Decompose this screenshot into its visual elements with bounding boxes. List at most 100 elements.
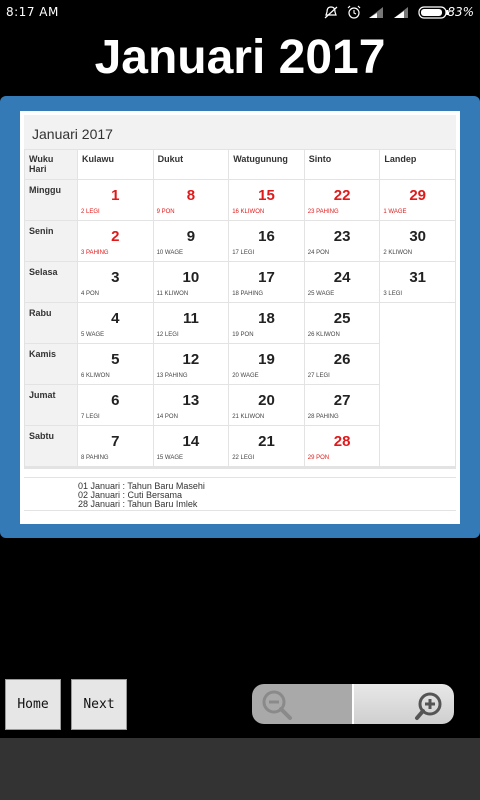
date-number: 13 xyxy=(182,392,200,409)
date-cell: 20 21 KLIWON xyxy=(228,384,305,426)
date-number: 23 xyxy=(333,228,351,245)
home-button[interactable]: Home xyxy=(5,679,61,730)
pasaran-label: 11 KLIWON xyxy=(156,291,189,297)
zoom-out-button[interactable] xyxy=(252,684,352,724)
pasaran-label: 9 PON xyxy=(156,209,175,215)
date-number: 14 xyxy=(182,433,200,450)
divider xyxy=(24,466,456,469)
pasaran-label: 17 LEGI xyxy=(232,250,255,256)
alarm-icon xyxy=(346,5,362,19)
date-number: 18 xyxy=(258,310,275,327)
calendar-row: Senin 2 3 PAHING 9 10 WAGE 16 17 LEGI 23 24 PON 3… xyxy=(24,220,456,262)
column-header: Dukut xyxy=(152,149,230,180)
pasaran-label: 8 PAHING xyxy=(81,455,109,461)
zoom-in-button[interactable] xyxy=(354,684,454,724)
date-cell: 23 PAHING xyxy=(77,220,154,262)
date-cell: 26 27 LEGI xyxy=(303,343,381,385)
date-number: 28 xyxy=(333,433,351,450)
date-cell: 29 1 WAGE xyxy=(379,179,456,221)
page-title: Januari 2017 xyxy=(94,31,386,84)
calendar-row: Sabtu 7 8 PAHING 14 15 WAGE 21 22 LEGI 28 29 PON xyxy=(24,425,456,467)
pasaran-label: 16 KLIWON xyxy=(232,209,265,215)
calendar-card: Januari 2017 Wuku Hari Kulawu Dukut Watu… xyxy=(20,111,460,524)
header-row: Wuku Hari Kulawu Dukut Watugunung Sinto … xyxy=(24,149,456,180)
pasaran-label: 20 WAGE xyxy=(232,373,259,379)
day-label: Minggu xyxy=(24,179,78,221)
date-number: 29 xyxy=(409,187,427,204)
date-cell: 13 14 PON xyxy=(152,384,230,426)
date-cell: 12 13 PAHING xyxy=(152,343,230,385)
pasaran-label: 22 LEGI xyxy=(232,455,255,461)
date-number: 17 xyxy=(258,269,275,286)
date-number: 9 xyxy=(186,228,196,245)
hari-label: Hari xyxy=(29,164,47,174)
date-number: 15 xyxy=(258,187,275,204)
column-header: Kulawu xyxy=(77,149,154,180)
date-cell: 11 12 LEGI xyxy=(152,302,230,344)
empty-cell xyxy=(379,302,456,344)
date-cell: 8 9 PON xyxy=(152,179,230,221)
calendar-title: Januari 2017 xyxy=(32,126,113,142)
pasaran-label: 14 PON xyxy=(156,414,178,420)
empty-cell xyxy=(379,343,456,385)
pasaran-label: 19 PON xyxy=(232,332,254,338)
pasaran-label: 2 LEGI xyxy=(81,209,100,215)
wuku-label: Wuku xyxy=(29,154,54,164)
date-cell: 78 PAHING xyxy=(77,425,154,467)
calendar-row: Selasa 3 4 PON 10 11 KLIWON 17 18 PAHING 24 25 W… xyxy=(24,261,456,303)
date-cell: 18 19 PON xyxy=(228,302,305,344)
signal-icon xyxy=(368,5,384,19)
status-bar: 8:17 AM 83% xyxy=(0,0,480,26)
date-cell: 24 25 WAGE xyxy=(303,261,381,303)
day-label: Senin xyxy=(24,220,78,262)
empty-cell xyxy=(379,384,456,426)
pasaran-label: 24 PON xyxy=(307,250,330,256)
pasaran-label: 1 WAGE xyxy=(383,209,407,215)
pasaran-label: 25 WAGE xyxy=(307,291,335,297)
date-cell: 4 5 WAGE xyxy=(77,302,154,344)
navigation-bar xyxy=(0,738,480,800)
holiday-list: 01 Januari : Tahun Baru Masehi 02 Januar… xyxy=(24,477,456,511)
pasaran-label: 21 KLIWON xyxy=(232,414,265,420)
date-cell: 17 18 PAHING xyxy=(228,261,305,303)
date-cell: 23 24 PON xyxy=(303,220,381,262)
pasaran-label: 18 PAHING xyxy=(232,291,264,297)
calendar-row: Kamis 5 6 KLIWON 12 13 PAHING 19 20 WAGE 26 27 L… xyxy=(24,343,456,385)
calendar-row: Rabu 4 5 WAGE 11 12 LEGI 18 19 PON 25 26 KLIWON xyxy=(24,302,456,344)
date-number: 19 xyxy=(258,351,275,368)
pasaran-label: 3 PAHING xyxy=(81,250,109,256)
day-label: Sabtu xyxy=(24,425,78,467)
date-number: 21 xyxy=(258,433,275,450)
date-cell: 9 10 WAGE xyxy=(152,220,230,262)
date-cell: 27 28 PAHING xyxy=(303,384,381,426)
date-cell: 25 26 KLIWON xyxy=(303,302,381,344)
day-label: Selasa xyxy=(24,261,78,303)
signal-icon xyxy=(393,5,409,19)
column-header: Sinto xyxy=(303,149,381,180)
pasaran-label: 13 PAHING xyxy=(156,373,188,379)
pasaran-label: 3 LEGI xyxy=(383,291,403,297)
date-cell: 16 17 LEGI xyxy=(228,220,305,262)
wuku-hari-header: Wuku Hari xyxy=(24,149,78,180)
pasaran-label: 2 KLIWON xyxy=(383,250,413,256)
date-cell: 1 2 LEGI xyxy=(77,179,154,221)
date-number: 16 xyxy=(258,228,275,245)
date-number: 3 xyxy=(111,269,120,286)
zoom-in-icon xyxy=(415,692,442,720)
day-label: Kamis xyxy=(24,343,78,385)
date-number: 25 xyxy=(333,310,351,327)
calendar-row: Jumat 6 7 LEGI 13 14 PON 20 21 KLIWON 27 28 PAHI… xyxy=(24,384,456,426)
date-number: 4 xyxy=(111,310,120,327)
date-number: 12 xyxy=(182,351,200,368)
day-label: Rabu xyxy=(24,302,78,344)
next-button[interactable]: Next xyxy=(71,679,127,730)
calendar-header: Januari 2017 xyxy=(24,115,456,149)
date-number: 31 xyxy=(409,269,427,286)
date-number: 24 xyxy=(333,269,351,286)
pasaran-label: 23 PAHING xyxy=(307,209,339,215)
date-cell: 28 29 PON xyxy=(303,425,381,467)
calendar-row: Minggu 1 2 LEGI 8 9 PON 15 16 KLIWON 22 23 PAHIN… xyxy=(24,179,456,221)
date-cell: 21 22 LEGI xyxy=(228,425,305,467)
date-number: 5 xyxy=(111,351,120,368)
calendar-body: Minggu 1 2 LEGI 8 9 PON 15 16 KLIWON 22 23 PAHIN… xyxy=(24,179,456,467)
